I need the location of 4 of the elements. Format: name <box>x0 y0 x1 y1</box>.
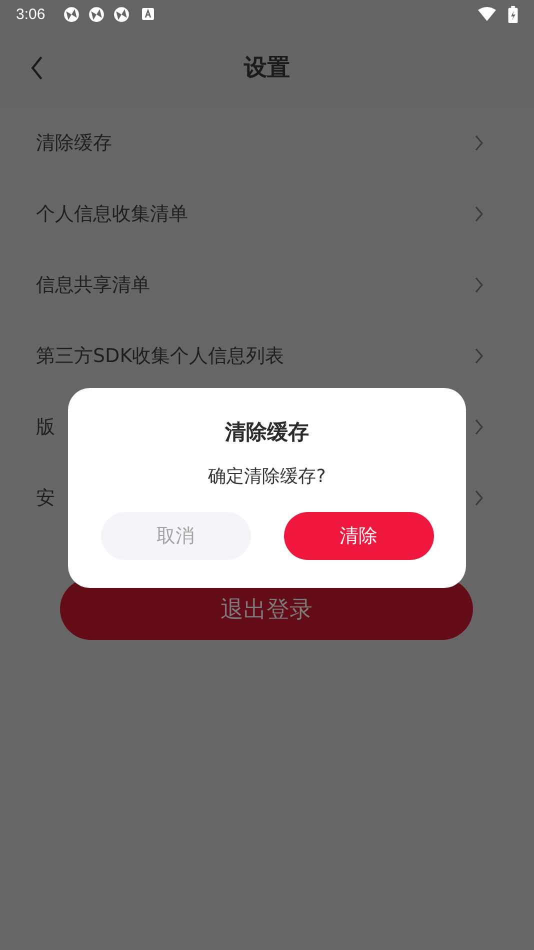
dialog-message: 确定清除缓存? <box>208 465 326 488</box>
page-title: 设置 <box>244 54 290 83</box>
dialog-title: 清除缓存 <box>225 419 309 446</box>
status-time: 3:06 <box>16 6 46 22</box>
